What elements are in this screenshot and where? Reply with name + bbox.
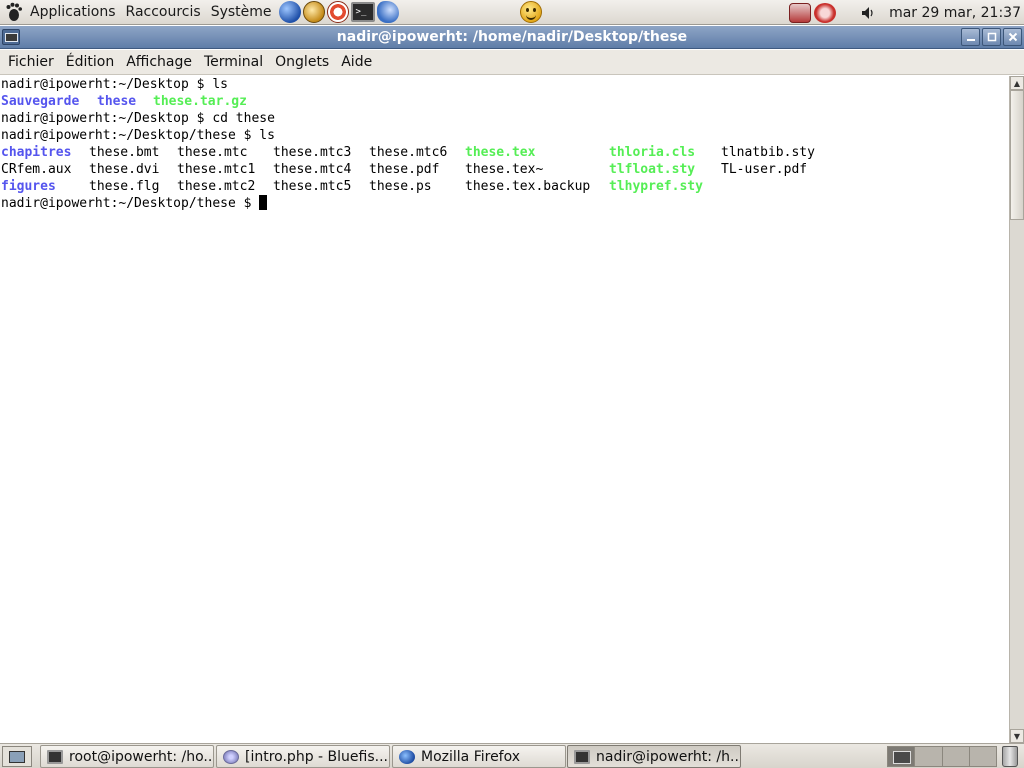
ls-entry: thloria.cls <box>609 145 696 160</box>
ls-entry: chapitres <box>1 145 72 160</box>
web-browser-icon[interactable] <box>278 1 301 23</box>
bottom-panel: root@ipowerht: /ho... [intro.php - Bluef… <box>0 743 1024 768</box>
text-cursor <box>259 195 268 210</box>
ls-entry: these.mtc <box>177 145 248 160</box>
maximize-button[interactable] <box>982 28 1001 46</box>
ls-entry: these.dvi <box>89 162 160 177</box>
workspace-1[interactable] <box>888 747 916 766</box>
ls-entry: Sauvegarde <box>1 94 80 109</box>
raccourcis-menu[interactable]: Raccourcis <box>121 4 206 20</box>
menu-affichage[interactable]: Affichage <box>120 54 198 70</box>
ls-entry: these.mtc6 <box>369 145 448 160</box>
gaim-icon[interactable] <box>376 1 399 23</box>
ls-output-row: Sauvegarde these these.tar.gz <box>1 93 247 110</box>
ls-entry: these <box>97 94 137 109</box>
firefox-icon <box>399 749 415 764</box>
task-label: [intro.php - Bluefis... <box>245 748 388 765</box>
terminal-line: nadir@ipowerht:~/Desktop $ ls <box>1 77 228 92</box>
ls-entry: CRfem.aux <box>1 162 72 177</box>
taskbar-button[interactable]: root@ipowerht: /ho... <box>40 745 214 768</box>
cd-player-icon[interactable] <box>814 2 837 23</box>
workspace-2[interactable] <box>915 747 943 766</box>
panel-clock[interactable]: mar 29 mar, 21:37 <box>889 5 1021 21</box>
applications-menu[interactable]: Applications <box>25 4 121 20</box>
ls-output-row: figures these.flg these.mtc2 these.mtc5 … <box>1 178 703 195</box>
scrollbar-thumb[interactable] <box>1010 90 1024 220</box>
ls-entry: these.ps <box>369 179 432 194</box>
volume-icon[interactable] <box>857 3 879 23</box>
terminal-icon <box>47 749 63 764</box>
ls-entry: tlfloat.sty <box>609 162 696 177</box>
update-notifier-icon[interactable] <box>789 2 812 23</box>
taskbar-button[interactable]: [intro.php - Bluefis... <box>216 745 390 768</box>
ls-entry: tlhypref.sty <box>609 179 703 194</box>
terminal-prompt-line[interactable]: nadir@ipowerht:~/Desktop/these $ <box>1 195 268 212</box>
terminal-icon <box>574 749 590 764</box>
workspace-3[interactable] <box>942 747 970 766</box>
ls-entry: these.tar.gz <box>153 94 247 109</box>
vertical-scrollbar[interactable]: ▲ ▼ <box>1009 76 1024 743</box>
window-menu-icon[interactable] <box>2 29 20 45</box>
show-desktop-button[interactable] <box>2 746 32 767</box>
top-panel: Applications Raccourcis Système >_ mar 2… <box>0 0 1024 25</box>
smiley-icon[interactable] <box>520 1 542 23</box>
task-label: nadir@ipowerht: /h... <box>596 748 741 765</box>
close-button[interactable] <box>1003 28 1022 46</box>
terminal-output[interactable]: nadir@ipowerht:~/Desktop $ ls Sauvegarde… <box>0 76 1009 743</box>
ls-entry: tlnatbib.sty <box>721 145 815 160</box>
menu-fichier[interactable]: Fichier <box>2 54 60 70</box>
systeme-menu[interactable]: Système <box>206 4 277 20</box>
terminal-line: nadir@ipowerht:~/Desktop $ cd these <box>1 111 275 126</box>
scroll-down-arrow-icon[interactable]: ▼ <box>1010 729 1024 743</box>
menu-onglets[interactable]: Onglets <box>269 54 335 70</box>
ls-entry: these.mtc5 <box>273 179 352 194</box>
ls-entry: these.tex.backup <box>465 179 591 194</box>
menu-edition[interactable]: Édition <box>60 54 120 70</box>
menu-terminal[interactable]: Terminal <box>198 54 269 70</box>
desktop-icon <box>9 750 25 763</box>
ls-entry: these.tex~ <box>465 162 544 177</box>
ls-entry: figures <box>1 179 56 194</box>
window-controls <box>961 28 1022 46</box>
taskbar-button[interactable]: Mozilla Firefox <box>392 745 566 768</box>
terminal-line: nadir@ipowerht:~/Desktop/these $ ls <box>1 128 275 143</box>
ls-entry: TL-user.pdf <box>721 162 808 177</box>
ls-entry: these.mtc4 <box>273 162 352 177</box>
menu-aide[interactable]: Aide <box>335 54 378 70</box>
terminal-prompt: nadir@ipowerht:~/Desktop/these $ <box>1 196 260 211</box>
terminal-icon[interactable]: >_ <box>350 2 375 22</box>
window-title: nadir@ipowerht: /home/nadir/Desktop/thes… <box>336 29 688 45</box>
workspace-switcher[interactable] <box>887 746 997 767</box>
ls-entry: these.tex <box>465 145 536 160</box>
ls-entry: these.mtc2 <box>177 179 256 194</box>
help-icon[interactable] <box>326 1 349 23</box>
scroll-up-arrow-icon[interactable]: ▲ <box>1010 76 1024 90</box>
ls-entry: these.mtc1 <box>177 162 256 177</box>
bluefish-icon <box>223 749 239 764</box>
terminal-menubar: Fichier Édition Affichage Terminal Ongle… <box>0 50 1024 75</box>
window-titlebar[interactable]: nadir@ipowerht: /home/nadir/Desktop/thes… <box>0 26 1024 49</box>
workspace-4[interactable] <box>969 747 996 766</box>
ls-output-row: chapitres these.bmt these.mtc these.mtc3… <box>1 144 815 161</box>
ls-entry: these.mtc3 <box>273 145 352 160</box>
ls-entry: these.bmt <box>89 145 160 160</box>
gnome-foot-icon[interactable] <box>3 1 25 23</box>
task-label: Mozilla Firefox <box>421 748 521 765</box>
ls-entry: these.pdf <box>369 162 440 177</box>
ls-entry: these.flg <box>89 179 160 194</box>
trash-icon[interactable] <box>1002 746 1018 767</box>
minimize-button[interactable] <box>961 28 980 46</box>
panel-tray: mar 29 mar, 21:37 <box>789 0 1024 25</box>
ls-output-row: CRfem.aux these.dvi these.mtc1 these.mtc… <box>1 161 807 178</box>
taskbar-button-active[interactable]: nadir@ipowerht: /h... <box>567 745 741 768</box>
mail-client-icon[interactable] <box>302 1 325 23</box>
task-label: root@ipowerht: /ho... <box>69 748 214 765</box>
